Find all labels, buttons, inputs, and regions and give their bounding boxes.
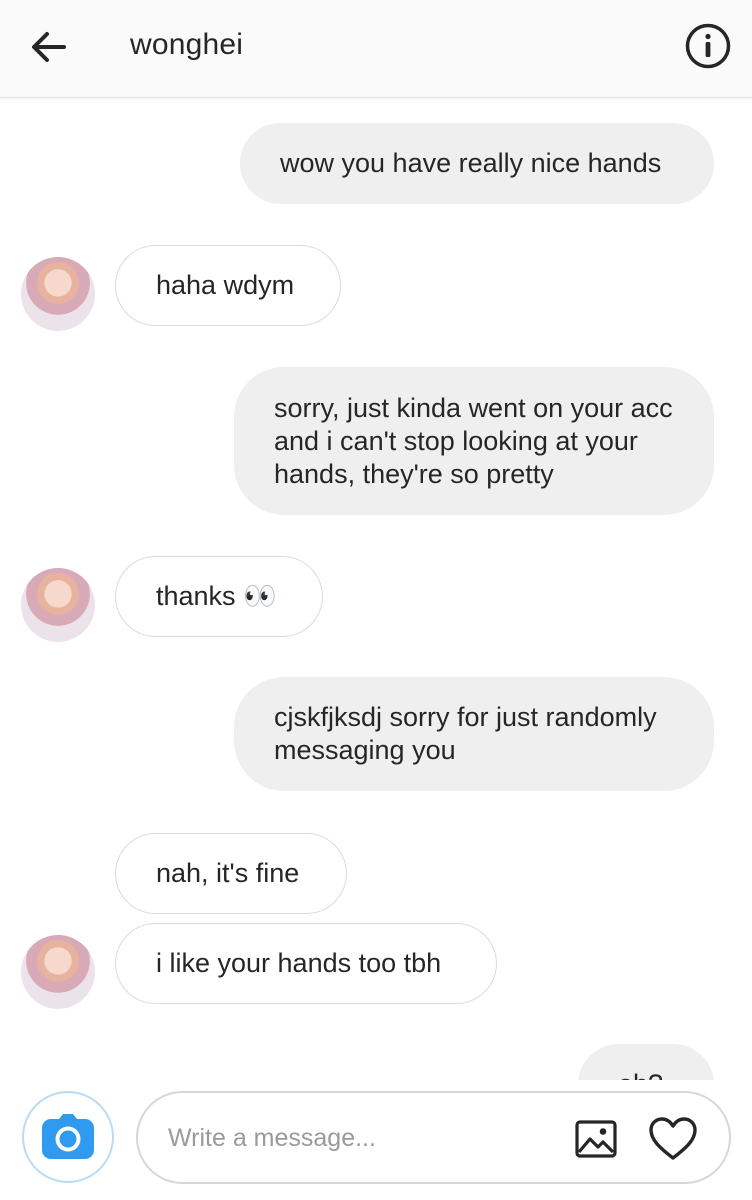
message-text: thanks 👀 bbox=[156, 581, 277, 611]
message-input[interactable] bbox=[168, 1117, 548, 1159]
camera-button[interactable] bbox=[22, 1091, 114, 1183]
message-text: wow you have really nice hands bbox=[280, 148, 662, 178]
avatar[interactable] bbox=[21, 568, 95, 642]
heart-icon[interactable] bbox=[648, 1115, 698, 1163]
info-icon[interactable] bbox=[684, 22, 732, 70]
back-arrow-icon[interactable] bbox=[28, 26, 70, 68]
message-received[interactable]: i like your hands too tbh bbox=[115, 923, 497, 1004]
message-text: haha wdym bbox=[156, 270, 295, 300]
message-text: cjskfjksdj sorry for just randomly messa… bbox=[274, 702, 657, 765]
message-composer bbox=[136, 1091, 731, 1184]
chat-header: wonghei bbox=[0, 0, 752, 98]
message-sent[interactable]: sorry, just kinda went on your acc and i… bbox=[234, 367, 714, 515]
message-text: sorry, just kinda went on your acc and i… bbox=[274, 392, 673, 489]
message-sent[interactable]: oh? bbox=[578, 1044, 714, 1080]
message-thread[interactable]: wow you have really nice hands haha wdym… bbox=[0, 99, 752, 1080]
chat-username[interactable]: wonghei bbox=[130, 28, 243, 62]
avatar[interactable] bbox=[21, 257, 95, 331]
avatar[interactable] bbox=[21, 935, 95, 1009]
message-received[interactable]: thanks 👀 bbox=[115, 556, 323, 637]
message-text: nah, it's fine bbox=[156, 858, 300, 888]
message-received[interactable]: haha wdym bbox=[115, 245, 341, 326]
message-sent[interactable]: wow you have really nice hands bbox=[240, 123, 714, 204]
message-received[interactable]: nah, it's fine bbox=[115, 833, 347, 914]
message-text: oh? bbox=[618, 1068, 663, 1080]
image-gallery-icon[interactable] bbox=[574, 1117, 618, 1161]
message-text: i like your hands too tbh bbox=[156, 948, 442, 978]
message-sent[interactable]: cjskfjksdj sorry for just randomly messa… bbox=[234, 677, 714, 791]
camera-icon bbox=[42, 1114, 94, 1159]
